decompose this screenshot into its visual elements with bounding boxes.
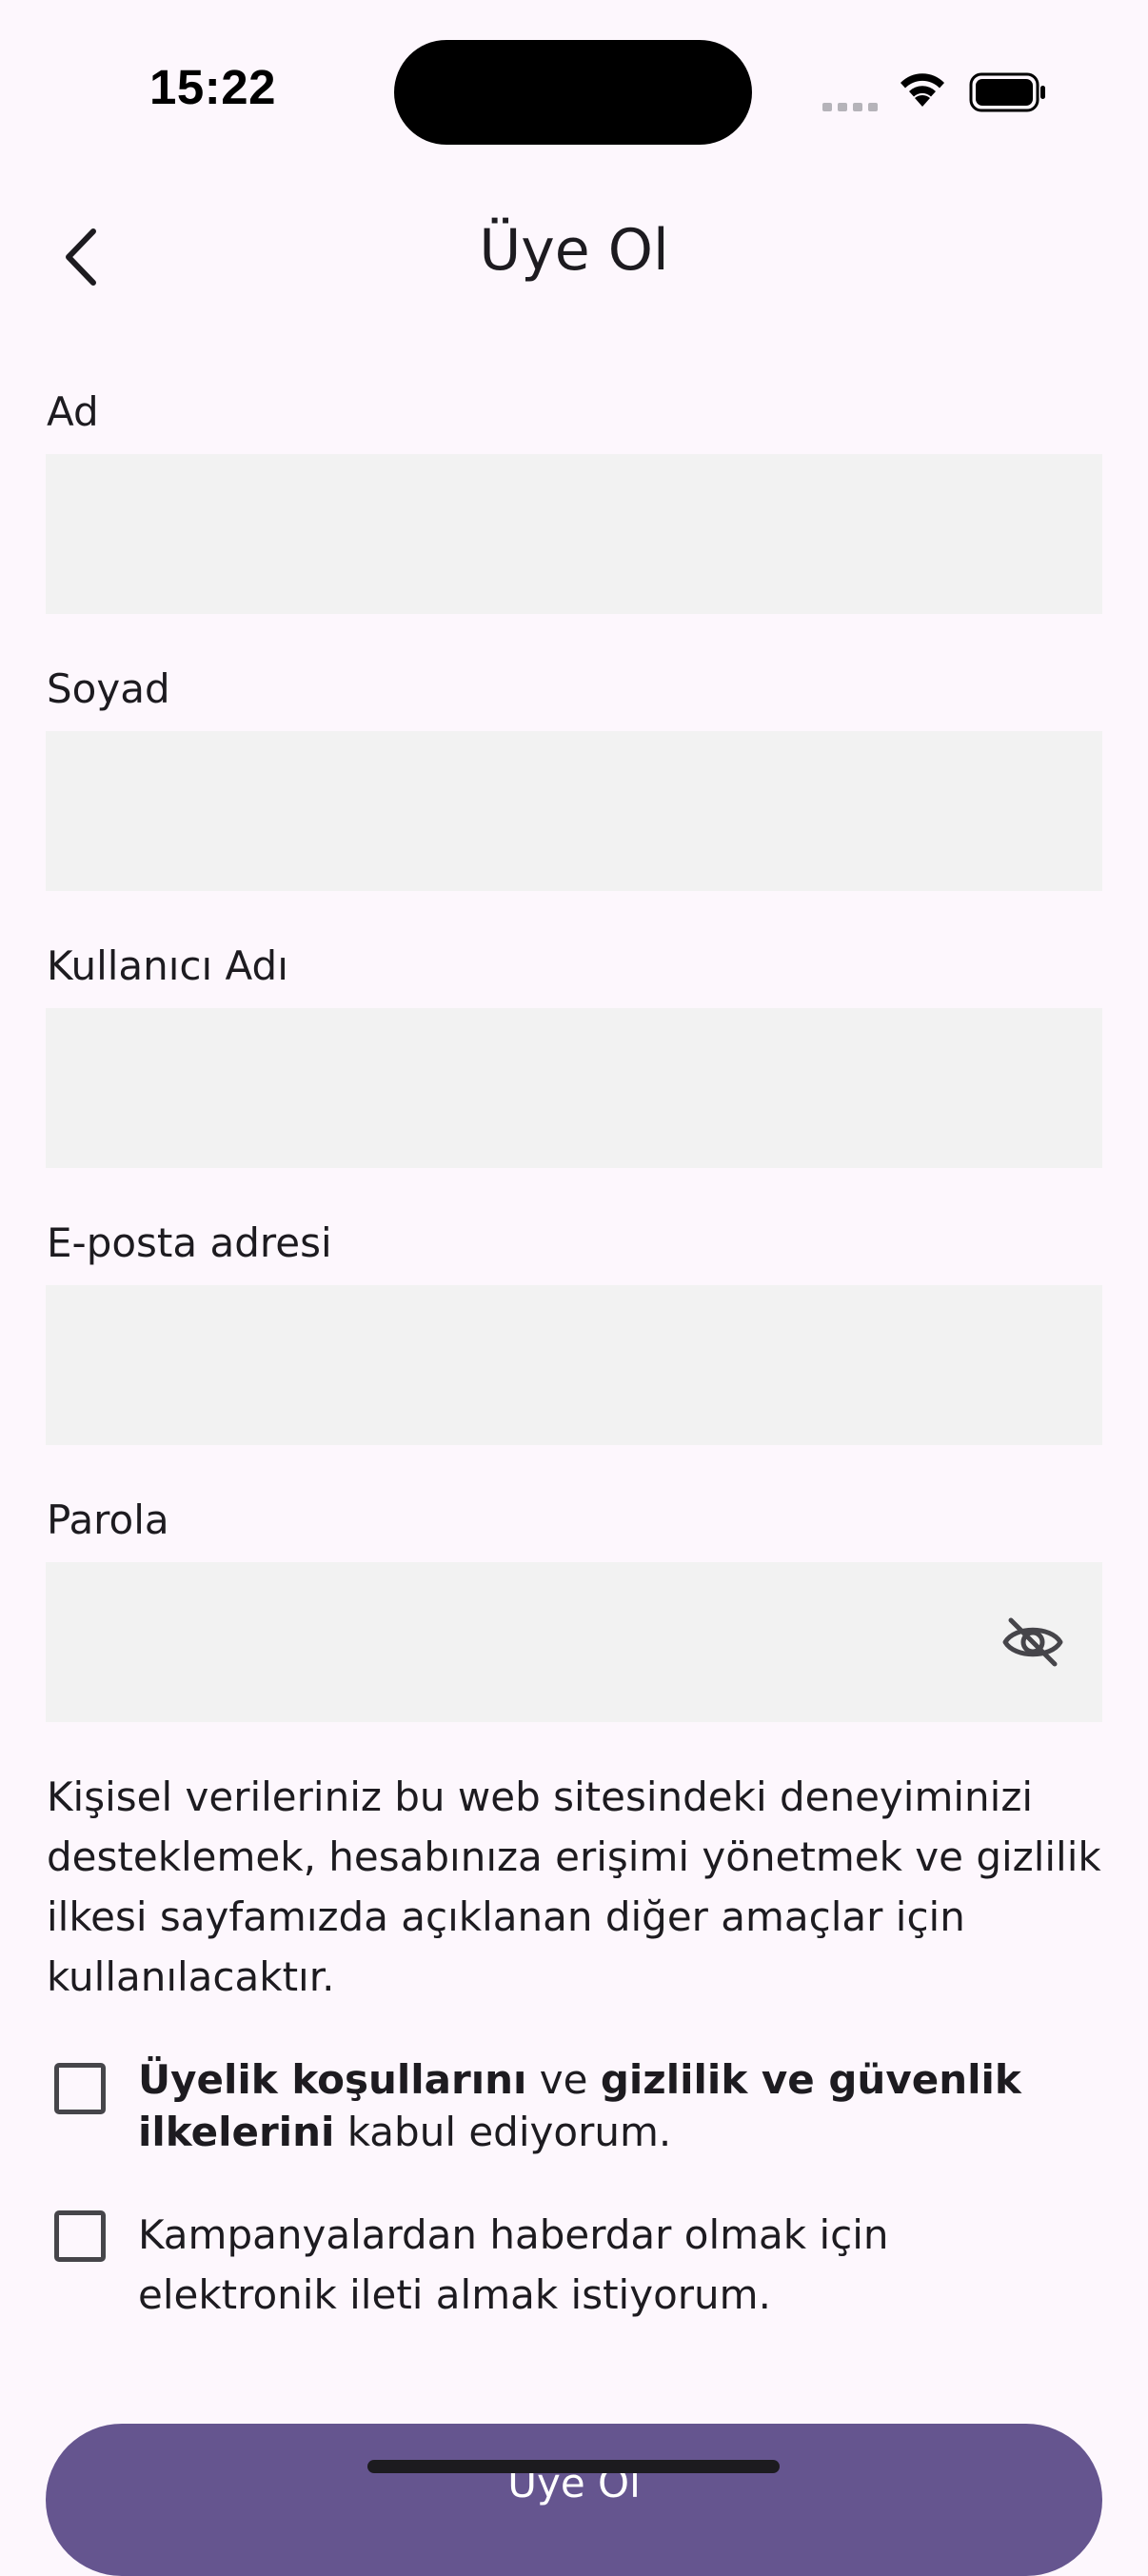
terms-link[interactable]: Üyelik koşullarını: [138, 2056, 526, 2103]
terms-tail: kabul ediyorum.: [334, 2109, 672, 2155]
status-time: 15:22: [149, 60, 276, 114]
terms-checkbox[interactable]: [54, 2063, 106, 2114]
terms-connector: ve: [526, 2056, 601, 2103]
username-label: Kullanıcı Adı: [47, 942, 288, 989]
home-indicator: [367, 2460, 780, 2473]
password-label: Parola: [47, 1496, 169, 1543]
email-label: E-posta adresi: [47, 1219, 332, 1266]
username-input[interactable]: [46, 1008, 1102, 1168]
marketing-checkbox-label[interactable]: Kampanyalardan haberdar olmak için elekt…: [138, 2205, 1090, 2325]
password-visibility-toggle[interactable]: [998, 1609, 1068, 1675]
first-name-label: Ad: [47, 388, 99, 435]
marketing-checkbox[interactable]: [54, 2210, 106, 2262]
wifi-icon: [901, 73, 944, 107]
cellular-signal-icon: [822, 103, 878, 111]
email-input[interactable]: [46, 1285, 1102, 1445]
terms-checkbox-label[interactable]: Üyelik koşullarını ve gizlilik ve güvenl…: [138, 2053, 1090, 2158]
last-name-input[interactable]: [46, 731, 1102, 891]
battery-icon: [969, 72, 1045, 112]
eye-off-icon: [1002, 1617, 1063, 1667]
first-name-input[interactable]: [46, 454, 1102, 614]
privacy-notice: Kişisel verileriniz bu web sitesindeki d…: [47, 1773, 1101, 2000]
register-button[interactable]: Üye Ol: [46, 2424, 1102, 2576]
dynamic-island: [394, 40, 752, 145]
password-input[interactable]: [46, 1562, 1102, 1722]
last-name-label: Soyad: [47, 665, 170, 712]
page-title: Üye Ol: [479, 217, 669, 284]
